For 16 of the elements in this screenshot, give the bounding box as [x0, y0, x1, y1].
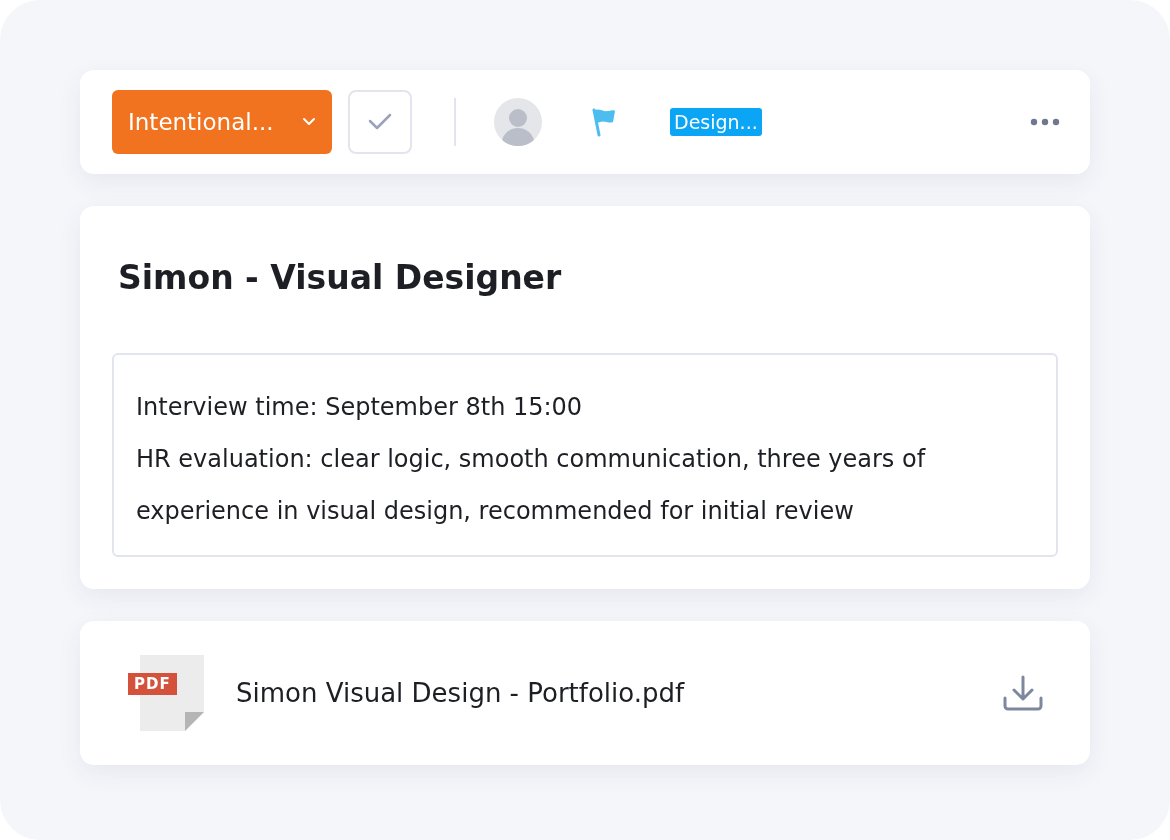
file-type-label: PDF	[128, 673, 177, 695]
status-dropdown[interactable]: Intentional...	[112, 90, 332, 154]
note-text: HR evaluation: clear logic, smooth communication, three years of experience in visual design, recommended for initial review	[136, 444, 927, 527]
candidate-title: Simon - Visual Designer	[118, 258, 563, 297]
file-name[interactable]: Simon Visual Design - Portfolio.pdf	[236, 678, 685, 708]
caret-icon	[302, 117, 316, 127]
more-icon	[1030, 118, 1060, 126]
complete-button[interactable]	[348, 90, 412, 154]
download-icon	[1002, 674, 1044, 712]
more-button[interactable]	[1030, 118, 1060, 126]
flag-icon[interactable]	[590, 107, 618, 137]
avatar[interactable]	[494, 98, 542, 146]
tag[interactable]: Design...	[670, 108, 762, 136]
check-icon	[367, 113, 393, 131]
note-text: Interview time: September 8th 15:00	[136, 392, 584, 423]
download-button[interactable]	[1002, 674, 1044, 712]
